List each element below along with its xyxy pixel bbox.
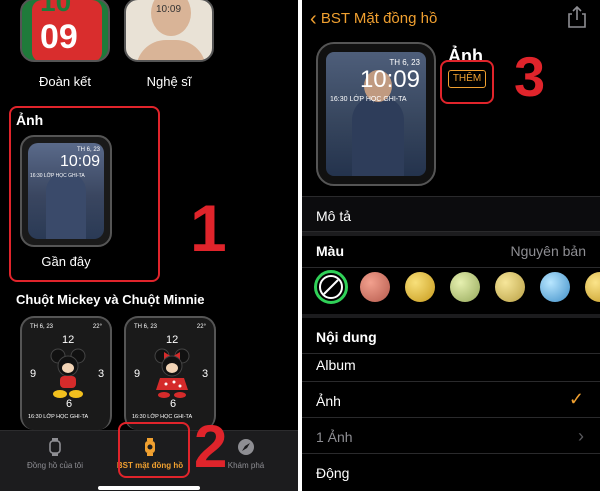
tab-label-discover: Khám phá <box>227 461 265 470</box>
compass-icon <box>238 439 254 455</box>
preview-time: 10:09 <box>359 66 420 93</box>
minnie-face-temp: 22° <box>196 324 206 330</box>
photos-face-screen: TH 6, 23 10:09 16:30 LỚP HỌC GHI-TA <box>28 143 104 239</box>
album-row[interactable]: Album <box>302 346 600 382</box>
step-number-3: 3 <box>514 45 546 108</box>
color-value: Nguyên bản <box>510 243 586 259</box>
tab-label-my-watch: Đồng hồ của tôi <box>26 461 84 470</box>
minnie-face-numeral-9: 9 <box>134 368 141 380</box>
mickey-face-numeral-3: 3 <box>98 368 105 380</box>
color-swatch-7[interactable] <box>585 272 600 302</box>
mickey-face-date: TH 6, 23 <box>30 324 54 330</box>
color-label: Màu <box>316 243 344 259</box>
face-thumbnail-photos[interactable]: TH 6, 23 10:09 16:30 LỚP HỌC GHI-TA <box>20 135 112 247</box>
color-swatch-3[interactable] <box>405 272 435 302</box>
minnie-face-numeral-12: 12 <box>166 334 179 346</box>
mickey-face-temp: 22° <box>92 324 102 330</box>
highlight-box-add-button <box>440 60 494 104</box>
slash-circle-icon <box>319 275 343 299</box>
minnie-face-numeral-6: 6 <box>170 398 177 410</box>
album-label: Album <box>316 357 356 373</box>
artist-face-time: 10:09 <box>156 4 182 15</box>
artist-face-body <box>136 40 206 60</box>
photos-face-person <box>46 173 86 239</box>
face-label-artist: Nghệ sĩ <box>146 74 192 89</box>
photos-face-complication: 16:30 LỚP HỌC GHI-TA <box>30 173 85 179</box>
back-button[interactable]: ‹ BST Mặt đồng hồ <box>310 8 437 31</box>
dynamic-row[interactable]: Động <box>302 454 600 490</box>
photos-face-time: 10:09 <box>59 153 100 170</box>
unity-face-digits: 09 <box>40 18 78 56</box>
face-thumbnail-unity[interactable]: 10 09 <box>20 0 110 62</box>
description-label: Mô tả <box>316 208 352 224</box>
minnie-face-complication: 16:30 LỚP HỌC GHI-TA <box>132 414 193 420</box>
minnie-face-date: TH 6, 23 <box>134 324 158 330</box>
face-label-unity: Đoàn kết <box>38 74 92 89</box>
one-photo-row[interactable]: 1 Ảnh › <box>302 418 600 454</box>
chevron-right-icon: › <box>578 426 584 446</box>
preview-photo: TH 6, 23 10:09 16:30 LỚP HỌC GHI-TA <box>326 52 426 176</box>
minnie-face-numeral-3: 3 <box>202 368 209 380</box>
watch-face-preview: TH 6, 23 10:09 16:30 LỚP HỌC GHI-TA <box>316 42 436 186</box>
face-label-recent: Gần đây <box>41 254 91 269</box>
step-number-2: 2 <box>194 413 228 480</box>
unity-face-top-digits: 10 <box>40 0 72 17</box>
mickey-face-numeral-6: 6 <box>66 398 73 410</box>
minnie-figure-icon <box>154 348 190 398</box>
face-thumbnail-mickey[interactable]: TH 6, 23 22° 12 3 9 6 16:30 LỚP HỌC GHI-… <box>20 316 112 430</box>
checkmark-icon: ✓ <box>568 389 584 409</box>
color-swatch-2[interactable] <box>360 272 390 302</box>
highlight-box-gallery-tab <box>118 422 190 478</box>
color-row: Màu Nguyên bản <box>302 232 600 268</box>
step-number-1: 1 <box>190 191 227 265</box>
share-icon[interactable] <box>568 6 586 28</box>
mickey-face-numeral-12: 12 <box>62 334 75 346</box>
color-swatch-5[interactable] <box>495 272 525 302</box>
chevron-left-icon: ‹ <box>310 8 317 30</box>
section-title-mickey: Chuột Mickey và Chuột Minnie <box>16 292 205 307</box>
content-header-label: Nội dung <box>316 329 377 345</box>
one-photo-label: 1 Ảnh <box>316 429 353 445</box>
description-row[interactable]: Mô tả <box>302 196 600 232</box>
color-swatch-original[interactable] <box>314 270 348 304</box>
back-button-label: BST Mặt đồng hồ <box>320 10 438 27</box>
preview-person <box>352 96 404 176</box>
mickey-figure-icon <box>50 348 86 398</box>
face-thumbnail-artist[interactable]: 10:09 <box>124 0 214 62</box>
mickey-face-numeral-9: 9 <box>30 368 37 380</box>
mickey-face-complication: 16:30 LỚP HỌC GHI-TA <box>28 414 89 420</box>
home-indicator <box>98 486 200 490</box>
color-swatch-6[interactable] <box>540 272 570 302</box>
face-detail-screen: ‹ BST Mặt đồng hồ TH 6, 23 10:09 16:30 L… <box>302 0 600 491</box>
tab-my-watch[interactable]: Đồng hồ của tôi <box>20 437 90 470</box>
watch-icon <box>49 438 61 456</box>
preview-complication: 16:30 LỚP HỌC GHI-TA <box>330 96 407 103</box>
watch-face-gallery-screen: 10 09 Đoàn kết 10:09 Nghệ sĩ Ảnh TH 6, 2… <box>0 0 298 491</box>
photos-row[interactable]: Ảnh ✓ <box>302 382 600 418</box>
photos-label: Ảnh <box>316 393 341 409</box>
dynamic-label: Động <box>316 465 350 481</box>
color-swatch-4[interactable] <box>450 272 480 302</box>
